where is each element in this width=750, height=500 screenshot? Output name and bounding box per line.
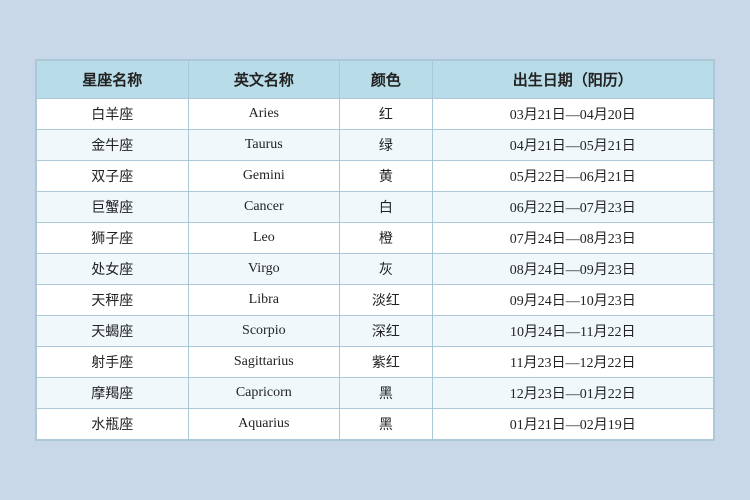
table-cell: 紫红 bbox=[340, 347, 433, 378]
table-cell: 射手座 bbox=[37, 347, 189, 378]
table-cell: 黄 bbox=[340, 161, 433, 192]
table-cell: Leo bbox=[188, 223, 340, 254]
table-body: 白羊座Aries红03月21日—04月20日金牛座Taurus绿04月21日—0… bbox=[37, 99, 714, 440]
table-cell: 双子座 bbox=[37, 161, 189, 192]
table-cell: 天蝎座 bbox=[37, 316, 189, 347]
zodiac-table-wrapper: 星座名称英文名称颜色出生日期（阳历） 白羊座Aries红03月21日—04月20… bbox=[35, 59, 715, 441]
table-row: 双子座Gemini黄05月22日—06月21日 bbox=[37, 161, 714, 192]
table-cell: 灰 bbox=[340, 254, 433, 285]
table-header-cell: 英文名称 bbox=[188, 61, 340, 99]
table-cell: 01月21日—02月19日 bbox=[432, 409, 713, 440]
table-cell: 08月24日—09月23日 bbox=[432, 254, 713, 285]
table-cell: 狮子座 bbox=[37, 223, 189, 254]
table-cell: 10月24日—11月22日 bbox=[432, 316, 713, 347]
table-cell: Sagittarius bbox=[188, 347, 340, 378]
table-cell: 12月23日—01月22日 bbox=[432, 378, 713, 409]
table-cell: 深红 bbox=[340, 316, 433, 347]
table-cell: Scorpio bbox=[188, 316, 340, 347]
table-cell: Virgo bbox=[188, 254, 340, 285]
table-row: 巨蟹座Cancer白06月22日—07月23日 bbox=[37, 192, 714, 223]
table-cell: 黑 bbox=[340, 378, 433, 409]
table-cell: Aries bbox=[188, 99, 340, 130]
table-cell: 摩羯座 bbox=[37, 378, 189, 409]
table-header-row: 星座名称英文名称颜色出生日期（阳历） bbox=[37, 61, 714, 99]
table-row: 金牛座Taurus绿04月21日—05月21日 bbox=[37, 130, 714, 161]
table-cell: 06月22日—07月23日 bbox=[432, 192, 713, 223]
table-cell: Taurus bbox=[188, 130, 340, 161]
table-cell: 处女座 bbox=[37, 254, 189, 285]
table-cell: Aquarius bbox=[188, 409, 340, 440]
table-cell: 黑 bbox=[340, 409, 433, 440]
table-row: 白羊座Aries红03月21日—04月20日 bbox=[37, 99, 714, 130]
table-cell: 红 bbox=[340, 99, 433, 130]
table-cell: 绿 bbox=[340, 130, 433, 161]
table-row: 水瓶座Aquarius黑01月21日—02月19日 bbox=[37, 409, 714, 440]
table-cell: Libra bbox=[188, 285, 340, 316]
table-cell: 天秤座 bbox=[37, 285, 189, 316]
table-header-cell: 颜色 bbox=[340, 61, 433, 99]
table-row: 摩羯座Capricorn黑12月23日—01月22日 bbox=[37, 378, 714, 409]
table-row: 狮子座Leo橙07月24日—08月23日 bbox=[37, 223, 714, 254]
table-cell: 04月21日—05月21日 bbox=[432, 130, 713, 161]
table-header-cell: 星座名称 bbox=[37, 61, 189, 99]
table-header-cell: 出生日期（阳历） bbox=[432, 61, 713, 99]
table-cell: 水瓶座 bbox=[37, 409, 189, 440]
table-cell: 09月24日—10月23日 bbox=[432, 285, 713, 316]
table-cell: 07月24日—08月23日 bbox=[432, 223, 713, 254]
table-cell: Capricorn bbox=[188, 378, 340, 409]
table-row: 射手座Sagittarius紫红11月23日—12月22日 bbox=[37, 347, 714, 378]
table-cell: 巨蟹座 bbox=[37, 192, 189, 223]
table-cell: 橙 bbox=[340, 223, 433, 254]
table-cell: Cancer bbox=[188, 192, 340, 223]
table-cell: 白 bbox=[340, 192, 433, 223]
zodiac-table: 星座名称英文名称颜色出生日期（阳历） 白羊座Aries红03月21日—04月20… bbox=[36, 60, 714, 440]
table-cell: Gemini bbox=[188, 161, 340, 192]
table-row: 处女座Virgo灰08月24日—09月23日 bbox=[37, 254, 714, 285]
table-row: 天蝎座Scorpio深红10月24日—11月22日 bbox=[37, 316, 714, 347]
table-cell: 03月21日—04月20日 bbox=[432, 99, 713, 130]
table-cell: 淡红 bbox=[340, 285, 433, 316]
table-cell: 05月22日—06月21日 bbox=[432, 161, 713, 192]
table-cell: 金牛座 bbox=[37, 130, 189, 161]
table-row: 天秤座Libra淡红09月24日—10月23日 bbox=[37, 285, 714, 316]
table-cell: 11月23日—12月22日 bbox=[432, 347, 713, 378]
table-cell: 白羊座 bbox=[37, 99, 189, 130]
